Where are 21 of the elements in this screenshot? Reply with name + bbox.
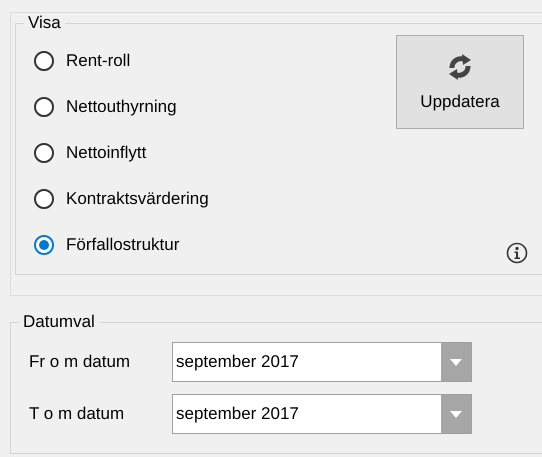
dropdown-arrow-icon	[450, 410, 462, 418]
radio-button[interactable]	[34, 189, 54, 209]
month-dropdown[interactable]: september 2017	[172, 342, 472, 382]
refresh-icon	[447, 52, 473, 82]
field-label: T o m datum	[29, 404, 126, 424]
radio-option[interactable]: Nettouthyrning	[34, 93, 396, 121]
group-title: Datumval	[22, 312, 96, 332]
refresh-button[interactable]: Uppdatera	[396, 35, 524, 129]
dropdown-arrow-icon	[450, 358, 462, 366]
month-dropdown[interactable]: september 2017	[172, 394, 472, 434]
radio-option[interactable]: Kontraktsvärdering	[34, 185, 396, 213]
radio-button[interactable]	[34, 235, 54, 255]
radio-option[interactable]: Rent-roll	[34, 47, 396, 75]
radio-button[interactable]	[34, 143, 54, 163]
radio-button[interactable]	[34, 97, 54, 117]
radio-option[interactable]: Nettoinflytt	[34, 139, 396, 167]
info-icon[interactable]	[506, 242, 528, 264]
radio-button[interactable]	[34, 51, 54, 71]
field-label: Fr o m datum	[29, 352, 132, 372]
radio-option[interactable]: Förfallostruktur	[34, 231, 396, 259]
group-title: Visa	[27, 13, 62, 33]
